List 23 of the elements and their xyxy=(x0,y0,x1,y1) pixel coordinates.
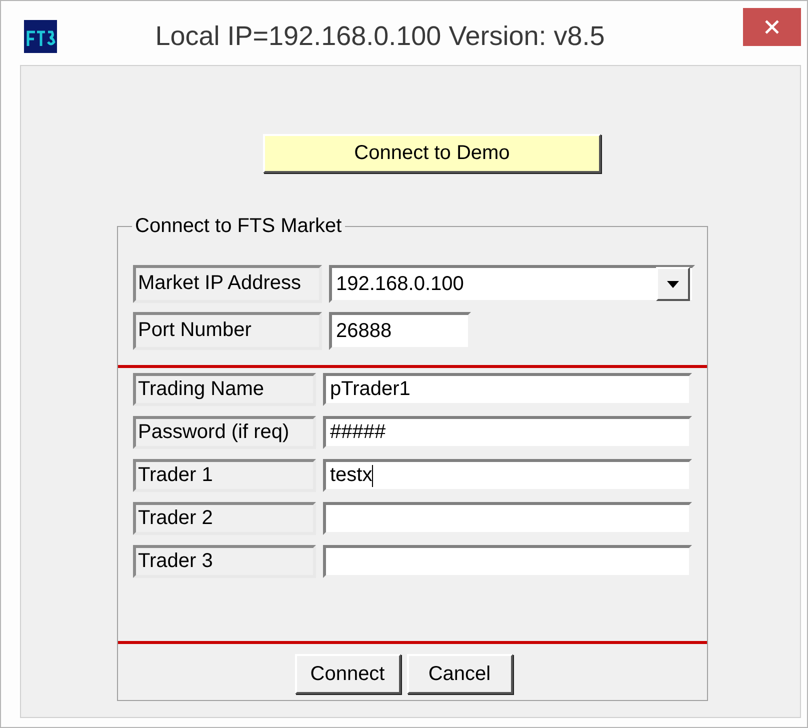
group-title: Connect to FTS Market xyxy=(134,215,343,238)
input-field[interactable]: testx xyxy=(323,459,692,492)
window-title: Local IP=192.168.0.100 Version: v8.5 xyxy=(154,21,606,52)
connect-demo-button[interactable]: Connect to Demo xyxy=(263,134,601,173)
close-icon xyxy=(765,20,779,34)
field-label: Trader 1 xyxy=(133,459,316,492)
connect-button[interactable]: Connect xyxy=(294,654,400,694)
close-button[interactable] xyxy=(743,8,801,46)
field-label: Trading Name xyxy=(133,373,316,406)
field-label: Password (if req) xyxy=(133,416,316,449)
dropdown-arrow-icon xyxy=(667,280,679,288)
input-field[interactable]: ##### xyxy=(323,416,692,449)
field-label: Trader 2 xyxy=(133,502,316,535)
input-field[interactable] xyxy=(323,545,692,578)
input-field[interactable]: 26888 xyxy=(329,312,471,350)
field-label: Port Number xyxy=(133,312,322,350)
app-icon xyxy=(24,20,57,53)
dropdown-field[interactable]: 192.168.0.100 xyxy=(329,265,695,303)
cancel-button[interactable]: Cancel xyxy=(406,654,512,694)
field-label: Market IP Address xyxy=(133,265,322,303)
input-field[interactable]: pTrader1 xyxy=(323,373,692,406)
input-field[interactable] xyxy=(323,502,692,535)
field-label: Trader 3 xyxy=(133,545,316,578)
